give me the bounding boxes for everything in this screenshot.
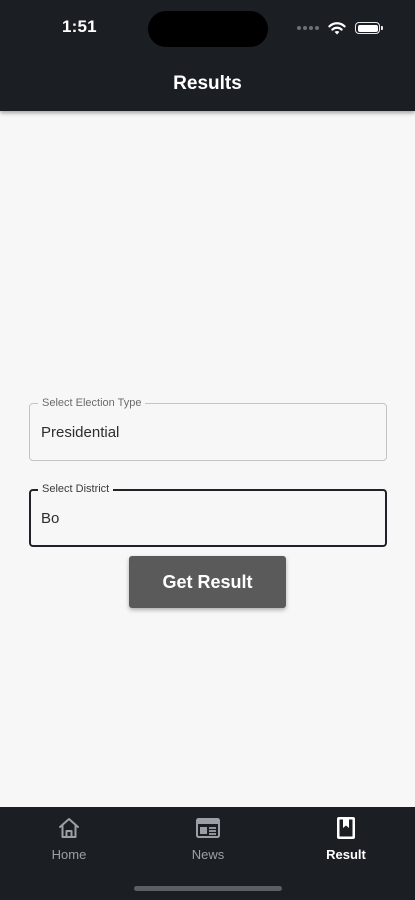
nav-item-news[interactable]: News (158, 815, 258, 871)
nav-item-home[interactable]: Home (19, 815, 119, 871)
nav-label-news: News (191, 847, 225, 862)
election-type-label: Select Election Type (38, 397, 146, 409)
wifi-icon (328, 22, 346, 35)
district-select[interactable]: Select District Bo (29, 483, 387, 547)
page-title: Results (173, 73, 242, 94)
nav-label-result: Result (326, 847, 366, 862)
nav-item-result[interactable]: Result (296, 815, 396, 871)
app-bar: 1:51 Results (0, 0, 415, 111)
district-label: Select District (38, 483, 114, 495)
status-icons (297, 18, 383, 38)
cellular-signal-icon (297, 26, 319, 30)
battery-icon (355, 22, 383, 34)
home-icon (59, 818, 79, 838)
election-type-value: Presidential (41, 424, 120, 441)
dynamic-island (148, 11, 268, 47)
home-indicator (134, 886, 282, 891)
election-type-select[interactable]: Select Election Type Presidential (29, 397, 387, 461)
results-screen: 1:51 Results Select Election Type Presid… (0, 0, 415, 900)
status-time: 1:51 (62, 17, 97, 36)
nav-label-home: Home (51, 847, 87, 862)
get-result-button[interactable]: Get Result (129, 556, 286, 608)
newspaper-icon (196, 818, 220, 838)
book-icon (337, 817, 355, 839)
district-value: Bo (41, 510, 60, 527)
